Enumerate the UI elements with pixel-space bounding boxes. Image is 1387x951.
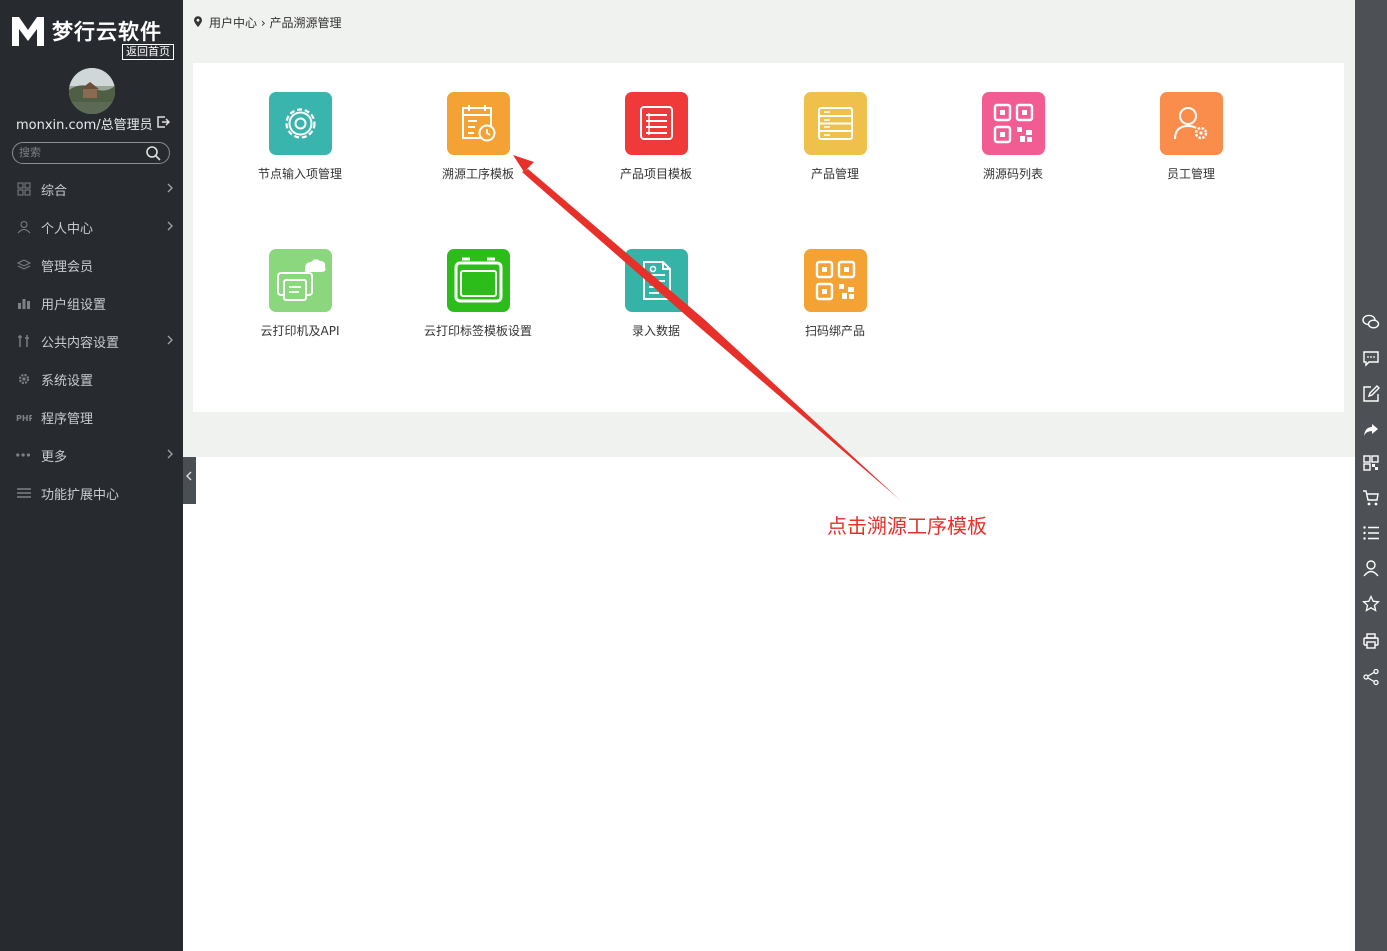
sidebar-item-label: 用户组设置 <box>41 298 107 313</box>
sidebar-item-more[interactable]: 更多 <box>0 436 183 474</box>
tile-label: 产品管理 <box>810 167 859 181</box>
search-input[interactable] <box>19 144 139 160</box>
tools-icon <box>18 335 29 347</box>
cloud-printer-icon <box>269 249 332 312</box>
dots-icon <box>16 453 31 457</box>
user-gear-icon <box>1160 92 1223 155</box>
edit-icon[interactable] <box>1362 385 1380 403</box>
sidebar-item-label: 管理会员 <box>41 260 94 275</box>
tile-label: 云打印机及API <box>260 324 340 338</box>
qr-code-icon <box>982 92 1045 155</box>
tile-label: 节点输入项管理 <box>257 167 342 181</box>
star-icon[interactable] <box>1362 595 1380 613</box>
sidebar-item-label: 系统设置 <box>41 374 94 389</box>
document-icon <box>625 249 688 312</box>
logo[interactable]: 梦行云软件 返回首页 <box>10 14 175 62</box>
tile-trace-process-template[interactable]: 溯源工序模板 <box>403 92 553 202</box>
sidebar-item-personal[interactable]: 个人中心 <box>0 208 183 246</box>
sidebar-item-general[interactable]: 综合 <box>0 170 183 208</box>
tile-label: 溯源码列表 <box>982 167 1043 181</box>
sidebar-item-programs[interactable]: PHP 程序管理 <box>0 398 183 436</box>
tile-label: 扫码绑产品 <box>804 324 865 338</box>
search-box <box>12 142 170 164</box>
logo-text: 梦行云软件 <box>52 20 162 44</box>
sidebar-item-members[interactable]: 管理会员 <box>0 246 183 284</box>
chevron-right-icon <box>167 335 173 345</box>
tile-label: 溯源工序模板 <box>441 167 514 181</box>
tile-staff-management[interactable]: 员工管理 <box>1116 92 1266 202</box>
chevron-right-icon <box>167 449 173 459</box>
bar-chart-icon <box>18 299 30 309</box>
function-panel: 节点输入项管理 溯源工序模板 产品项目模板 产品管理 溯源码列表 员工管理 云打… <box>193 63 1344 412</box>
cart-icon[interactable] <box>1362 489 1380 507</box>
tile-data-entry[interactable]: 录入数据 <box>581 249 731 359</box>
breadcrumb-items: 用户中心 › 产品溯源管理 <box>209 14 342 31</box>
list-icon[interactable] <box>1362 524 1380 542</box>
sidebar-item-label: 个人中心 <box>41 222 94 237</box>
tile-cloud-printer-api[interactable]: 云打印机及API <box>225 249 375 359</box>
chevron-left-icon <box>186 471 192 481</box>
sidebar-item-extensions[interactable]: 功能扩展中心 <box>0 474 183 512</box>
sidebar-item-label: 更多 <box>41 450 68 465</box>
right-toolbar <box>1355 0 1387 951</box>
breadcrumb-item-user-center[interactable]: 用户中心 <box>209 16 257 30</box>
php-icon: PHP <box>16 414 32 423</box>
user-icon[interactable] <box>1362 559 1380 577</box>
home-link[interactable]: 返回首页 <box>122 44 174 60</box>
user-label[interactable]: monxin.com/总管理员 <box>16 118 153 133</box>
tile-label: 录入数据 <box>631 324 680 338</box>
tile-label: 云打印标签模板设置 <box>423 324 532 338</box>
location-pin-icon <box>194 16 202 27</box>
chevron-right-icon <box>167 183 173 193</box>
sidebar-item-label: 综合 <box>41 184 68 199</box>
gear-icon <box>18 373 30 385</box>
wechat-icon[interactable] <box>1362 313 1380 331</box>
label-template-icon <box>447 249 510 312</box>
sidebar-item-user-groups[interactable]: 用户组设置 <box>0 284 183 322</box>
search-icon[interactable] <box>145 145 161 161</box>
qr-code-icon <box>804 249 867 312</box>
sidebar-menu: 综合 个人中心 管理会员 用户组设置 公共内容设置 系统设置 PHP 程序管理 <box>0 170 183 512</box>
logo-m-icon <box>12 17 44 46</box>
hamburger-icon <box>17 488 31 498</box>
sidebar-item-public-content[interactable]: 公共内容设置 <box>0 322 183 360</box>
tile-trace-code-list[interactable]: 溯源码列表 <box>938 92 1088 202</box>
breadcrumb-separator: › <box>260 16 266 30</box>
tile-product-management[interactable]: 产品管理 <box>760 92 910 202</box>
share-icon[interactable] <box>1362 668 1380 686</box>
sidebar-item-label: 功能扩展中心 <box>41 488 120 503</box>
sidebar-item-label: 公共内容设置 <box>41 336 120 351</box>
user-row: monxin.com/总管理员 <box>16 114 176 133</box>
list-icon <box>625 92 688 155</box>
sidebar-item-label: 程序管理 <box>41 412 94 427</box>
sidebar-collapse-button[interactable] <box>183 450 196 504</box>
print-icon[interactable] <box>1362 632 1380 650</box>
tile-scan-bind-product[interactable]: 扫码绑产品 <box>760 249 910 359</box>
qr-icon[interactable] <box>1362 454 1380 472</box>
layers-icon <box>16 259 32 270</box>
message-icon[interactable] <box>1362 349 1380 367</box>
tile-label: 产品项目模板 <box>619 167 692 181</box>
tile-product-project-template[interactable]: 产品项目模板 <box>581 92 731 202</box>
user-icon <box>17 221 31 234</box>
tile-node-input[interactable]: 节点输入项管理 <box>225 92 375 202</box>
calendar-clock-icon <box>447 92 510 155</box>
tile-label: 员工管理 <box>1166 167 1215 181</box>
logout-icon[interactable] <box>156 115 170 129</box>
sidebar: 梦行云软件 返回首页 monxin.com/总管理员 综合 <box>0 0 183 951</box>
avatar[interactable] <box>69 68 115 114</box>
grid-icon <box>17 182 31 196</box>
chevron-right-icon <box>167 221 173 231</box>
server-list-icon <box>804 92 867 155</box>
svg-text:PHP: PHP <box>16 414 32 423</box>
share-arrow-icon[interactable] <box>1362 421 1380 439</box>
sidebar-item-system-settings[interactable]: 系统设置 <box>0 360 183 398</box>
tile-cloud-label-template[interactable]: 云打印标签模板设置 <box>403 249 553 359</box>
gear-icon <box>269 92 332 155</box>
breadcrumb-item-current: 产品溯源管理 <box>269 16 342 30</box>
annotation-text: 点击溯源工序模板 <box>827 514 987 538</box>
